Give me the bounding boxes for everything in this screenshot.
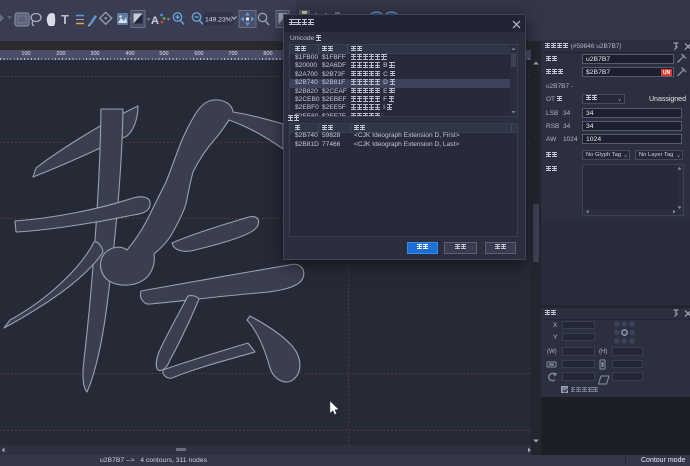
svg-text:149.23%: 149.23% <box>205 17 232 24</box>
svg-text:A: A <box>151 15 159 27</box>
svg-text:T: T <box>61 12 69 27</box>
